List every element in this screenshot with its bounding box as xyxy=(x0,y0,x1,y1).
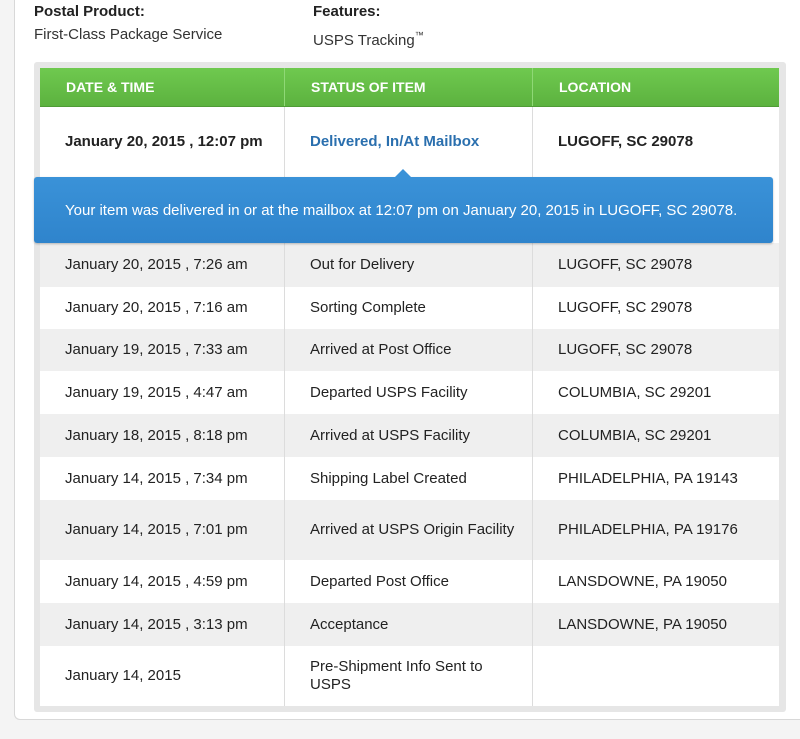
table-row: January 18, 2015 , 8:18 pm Arrived at USP… xyxy=(40,414,779,457)
row-status: Pre-Shipment Info Sent to USPS xyxy=(285,646,533,706)
row-status: Sorting Complete xyxy=(285,287,533,329)
row-date: January 19, 2015 , 4:47 am xyxy=(40,371,285,414)
row-date: January 14, 2015 , 7:34 pm xyxy=(40,457,285,500)
features-info: Features: USPS Tracking™ xyxy=(313,2,424,51)
table-row: January 20, 2015 , 7:26 am Out for Delive… xyxy=(40,243,779,287)
row-date: January 20, 2015 , 7:16 am xyxy=(40,287,285,329)
row-location: LUGOFF, SC 29078 xyxy=(558,256,693,273)
table-row: January 20, 2015 , 7:16 am Sorting Comple… xyxy=(40,287,779,329)
header-location: LOCATION xyxy=(559,79,632,95)
delivery-detail-callout: Your item was delivered in or at the mai… xyxy=(34,169,773,243)
row-status: Shipping Label Created xyxy=(285,457,533,500)
row-location: PHILADELPHIA, PA 19176 xyxy=(558,521,738,538)
latest-status-link[interactable]: Delivered, In/At Mailbox xyxy=(285,107,533,177)
trademark-mark: ™ xyxy=(414,30,424,40)
features-value: USPS Tracking™ xyxy=(313,25,424,51)
row-location xyxy=(533,646,779,706)
row-status: Acceptance xyxy=(285,603,533,646)
row-status: Arrived at USPS Origin Facility xyxy=(285,500,533,560)
row-date: January 14, 2015 xyxy=(40,646,285,706)
row-location: COLUMBIA, SC 29201 xyxy=(558,383,712,401)
row-status: Departed USPS Facility xyxy=(285,371,533,414)
row-date: January 14, 2015 , 3:13 pm xyxy=(40,603,285,646)
table-row: January 14, 2015 , 7:01 pm Arrived at USP… xyxy=(40,500,779,560)
tracking-table-wrapper: DATE & TIME STATUS OF ITEM LOCATION Janu… xyxy=(34,62,786,712)
row-status: Arrived at USPS Facility xyxy=(285,414,533,457)
postal-product-label: Postal Product: xyxy=(34,3,145,20)
features-label: Features: xyxy=(313,3,381,20)
features-value-text: USPS Tracking xyxy=(313,32,415,49)
table-row: January 19, 2015 , 4:47 am Departed USPS … xyxy=(40,371,779,414)
row-location: LANSDOWNE, PA 19050 xyxy=(558,615,727,633)
row-status: Departed Post Office xyxy=(285,560,533,603)
postal-product-value: First-Class Package Service xyxy=(34,26,223,43)
row-location: LANSDOWNE, PA 19050 xyxy=(558,572,727,590)
row-date: January 19, 2015 , 7:33 am xyxy=(40,329,285,371)
latest-location: LUGOFF, SC 29078 xyxy=(558,133,694,150)
postal-product-info: Postal Product: First-Class Package Serv… xyxy=(34,2,222,45)
row-status: Arrived at Post Office xyxy=(285,329,533,371)
table-row: January 14, 2015 , 7:34 pm Shipping Label… xyxy=(40,457,779,500)
row-location: LUGOFF, SC 29078 xyxy=(558,341,693,358)
row-location: PHILADELPHIA, PA 19143 xyxy=(558,469,738,487)
row-location: LUGOFF, SC 29078 xyxy=(558,299,693,316)
row-date: January 14, 2015 , 7:01 pm xyxy=(40,500,285,560)
tracking-history: January 20, 2015 , 7:26 am Out for Delive… xyxy=(40,243,779,706)
tracking-table: DATE & TIME STATUS OF ITEM LOCATION Janu… xyxy=(34,68,779,706)
table-row: January 14, 2015 , 4:59 pm Departed Post … xyxy=(40,560,779,603)
table-row: January 19, 2015 , 7:33 am Arrived at Pos… xyxy=(40,329,779,371)
table-row: January 14, 2015 , 3:13 pm Acceptance LANS… xyxy=(40,603,779,646)
header-date-time: DATE & TIME xyxy=(40,68,285,106)
latest-date: January 20, 2015 , 12:07 pm xyxy=(40,107,285,177)
row-location: COLUMBIA, SC 29201 xyxy=(558,426,712,444)
table-header: DATE & TIME STATUS OF ITEM LOCATION xyxy=(40,68,779,107)
tracking-page: Postal Product: First-Class Package Serv… xyxy=(0,0,800,739)
header-status: STATUS OF ITEM xyxy=(285,68,533,106)
latest-event-row[interactable]: January 20, 2015 , 12:07 pm Delivered, I… xyxy=(40,107,779,177)
row-date: January 14, 2015 , 4:59 pm xyxy=(40,560,285,603)
row-status: Out for Delivery xyxy=(285,243,533,287)
row-date: January 20, 2015 , 7:26 am xyxy=(40,243,285,287)
row-date: January 18, 2015 , 8:18 pm xyxy=(40,414,285,457)
table-row: January 14, 2015 Pre-Shipment Info Sent t… xyxy=(40,646,779,706)
